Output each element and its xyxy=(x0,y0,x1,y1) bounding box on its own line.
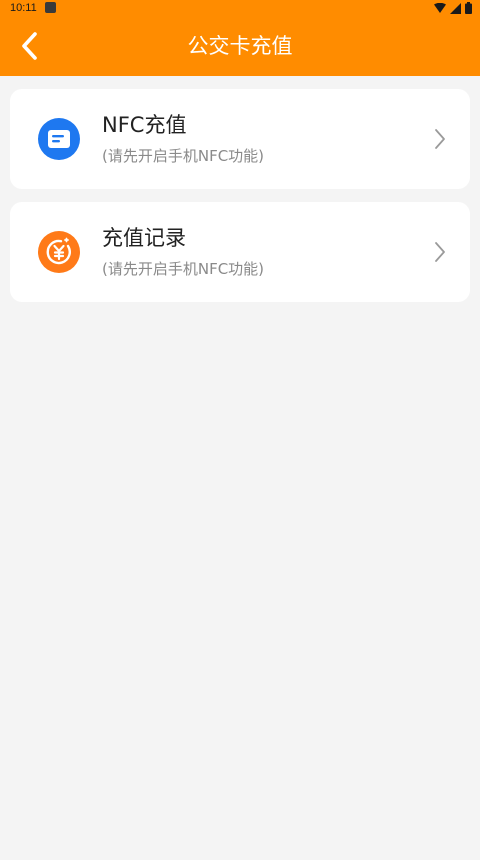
back-button[interactable] xyxy=(10,26,50,66)
card-title: 充值记录 xyxy=(102,226,186,250)
recharge-record-card[interactable]: 充值记录 (请先开启手机NFC功能) xyxy=(10,202,470,302)
signal-icon xyxy=(450,2,461,14)
card-icon xyxy=(38,118,80,160)
status-bar: 10:11 xyxy=(0,0,480,16)
card-title: NFC充值 xyxy=(102,113,187,137)
chevron-right-icon xyxy=(435,129,445,149)
nfc-recharge-card[interactable]: NFC充值 (请先开启手机NFC功能) xyxy=(10,89,470,189)
status-time: 10:11 xyxy=(10,2,37,14)
wifi-icon xyxy=(434,3,446,13)
notification-app-icon xyxy=(45,2,56,13)
page-title: 公交卡充值 xyxy=(187,34,293,58)
card-subtitle: (请先开启手机NFC功能) xyxy=(102,147,265,165)
chevron-right-icon xyxy=(435,242,445,262)
card-subtitle: (请先开启手机NFC功能) xyxy=(102,260,265,278)
battery-icon xyxy=(465,2,472,14)
status-indicators xyxy=(434,2,472,14)
chevron-left-icon xyxy=(22,32,37,60)
app-bar: 公交卡充值 xyxy=(0,16,480,76)
yen-record-icon xyxy=(38,231,80,273)
